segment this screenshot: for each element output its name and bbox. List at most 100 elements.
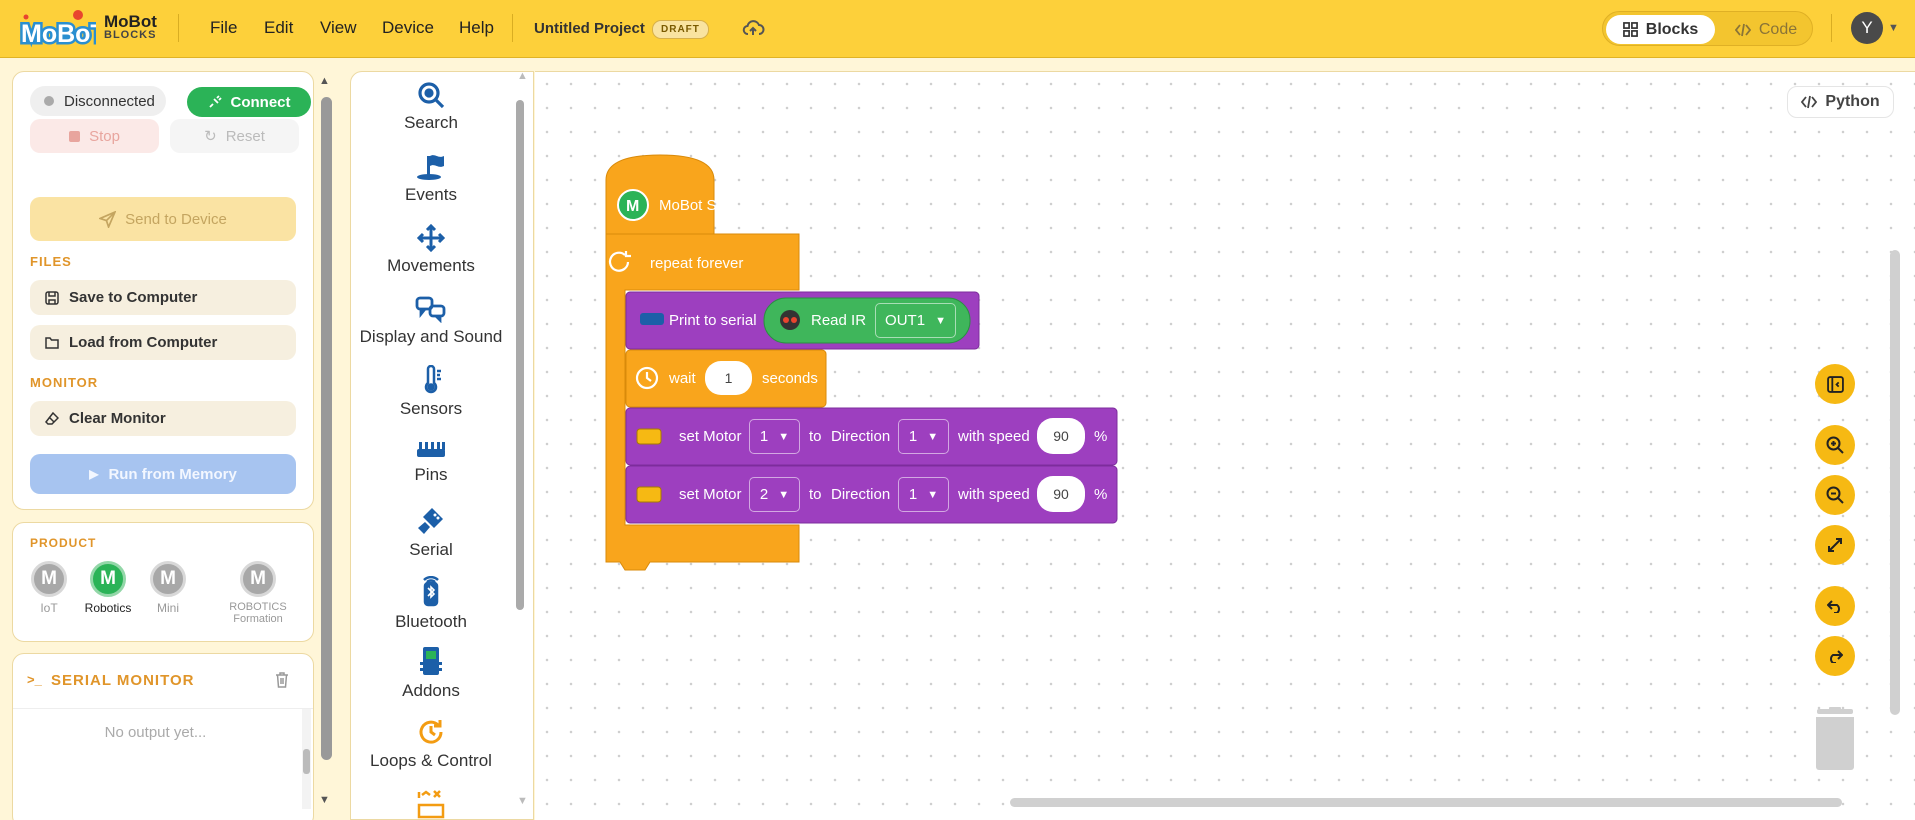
category-display-and-sound[interactable]: Display and Sound: [351, 295, 511, 347]
top-bar: MoBoT MoBot BLOCKS File Edit View Device…: [0, 0, 1915, 58]
redo-icon: [1830, 650, 1843, 663]
set-motor-label[interactable]: set Motor: [679, 486, 742, 503]
redo-button[interactable]: [1815, 636, 1855, 676]
loop-icon: [419, 720, 443, 744]
cloud-upload-icon[interactable]: [741, 16, 765, 40]
send-to-device-button[interactable]: Send to Device: [30, 197, 296, 241]
menu-view[interactable]: View: [320, 18, 357, 38]
flag-icon: [417, 155, 444, 180]
motor-number-dropdown[interactable]: 1 ▼: [749, 419, 800, 454]
direction-value: 1: [908, 428, 918, 445]
category-events[interactable]: Events: [351, 153, 511, 205]
save-to-computer-button[interactable]: Save to Computer: [30, 280, 296, 315]
send-icon: [99, 210, 117, 228]
stop-icon: [69, 130, 81, 142]
divider: [178, 14, 179, 42]
speed-input[interactable]: 90: [1037, 476, 1085, 512]
product-label: IoT: [40, 601, 58, 615]
code-icon: [1734, 23, 1751, 36]
category-bluetooth[interactable]: Bluetooth: [351, 576, 511, 632]
workspace-horizontal-scrollbar[interactable]: [1010, 798, 1842, 807]
trash-icon[interactable]: [275, 672, 289, 688]
menu-file[interactable]: File: [210, 18, 237, 38]
category-movements[interactable]: Movements: [351, 224, 511, 276]
terminal-icon: >_: [27, 672, 42, 687]
palette-scroll-up-icon[interactable]: ▲: [517, 70, 528, 82]
motor-number-value: 1: [759, 428, 769, 445]
category-label: Bluetooth: [395, 612, 467, 631]
serial-monitor-panel: >_ SERIAL MONITOR No output yet...: [12, 653, 314, 820]
undo-button[interactable]: [1815, 586, 1855, 626]
direction-dropdown[interactable]: 1 ▼: [898, 477, 949, 512]
clear-monitor-button[interactable]: Clear Monitor: [30, 401, 296, 436]
wait-value-input[interactable]: 1: [705, 361, 752, 395]
product-robotics[interactable]: M Robotics: [76, 561, 140, 615]
code-toggle-button[interactable]: Code: [1723, 15, 1809, 44]
code-icon: [1801, 95, 1818, 109]
ir-port-dropdown[interactable]: OUT1 ▼: [875, 303, 956, 338]
load-from-computer-button[interactable]: Load from Computer: [30, 325, 296, 360]
move-arrows-icon: [416, 224, 446, 252]
run-from-memory-button[interactable]: ▶ Run from Memory: [30, 454, 296, 494]
scroll-down-icon[interactable]: ▼: [319, 794, 330, 806]
divider: [13, 708, 313, 709]
category-label: Sensors: [399, 399, 463, 418]
direction-label: Direction: [831, 486, 891, 503]
read-ir-label[interactable]: Read IR: [811, 312, 866, 329]
connect-button[interactable]: Connect: [187, 87, 311, 117]
set-motor-label[interactable]: set Motor: [679, 428, 742, 445]
reset-label: Reset: [225, 127, 265, 145]
motor-number-value: 2: [759, 486, 769, 503]
category-sensors[interactable]: Sensors: [351, 365, 511, 419]
palette-scroll-thumb[interactable]: [516, 100, 524, 610]
avatar[interactable]: Y: [1851, 12, 1883, 44]
grid-icon: [1622, 22, 1638, 37]
to-label: to: [809, 428, 822, 445]
start-block-label[interactable]: MoBot Start: [659, 197, 738, 214]
connection-status-label: Disconnected: [64, 92, 155, 110]
motor-number-dropdown[interactable]: 2 ▼: [749, 477, 800, 512]
wait-label[interactable]: wait: [669, 370, 696, 387]
zoom-out-icon: [1826, 486, 1844, 504]
category-label: Addons: [402, 681, 460, 700]
product-mini[interactable]: M Mini: [136, 561, 200, 615]
menu-device[interactable]: Device: [382, 18, 434, 38]
repeat-forever-label[interactable]: repeat forever: [650, 255, 743, 272]
stop-button[interactable]: Stop: [30, 119, 159, 153]
menu-help[interactable]: Help: [459, 18, 494, 38]
project-title[interactable]: Untitled Project: [534, 20, 645, 37]
product-robotics-formation[interactable]: M ROBOTICS Formation: [208, 561, 308, 625]
speed-input[interactable]: 90: [1037, 418, 1085, 454]
clear-monitor-label: Clear Monitor: [69, 410, 166, 427]
product-iot[interactable]: M IoT: [17, 561, 81, 615]
print-to-serial-label[interactable]: Print to serial: [669, 312, 757, 329]
scroll-up-icon[interactable]: ▲: [319, 75, 330, 87]
zoom-out-button[interactable]: [1815, 475, 1855, 515]
workspace-vertical-scrollbar[interactable]: [1890, 250, 1900, 715]
svg-text:M: M: [626, 198, 639, 215]
category-search[interactable]: Search: [351, 81, 511, 133]
zoom-in-button[interactable]: [1815, 425, 1855, 465]
menu-edit[interactable]: Edit: [264, 18, 293, 38]
dropdown-arrow-icon: ▼: [778, 430, 790, 443]
category-serial[interactable]: Serial: [351, 506, 511, 560]
addons-board-icon: [420, 647, 442, 675]
sidebar-collapse-icon: [1826, 375, 1844, 393]
product-label: ROBOTICS Formation: [229, 601, 287, 625]
fit-screen-button[interactable]: [1815, 525, 1855, 565]
blocks-toggle-button[interactable]: Blocks: [1606, 15, 1715, 44]
reset-button[interactable]: ↻ Reset: [170, 119, 299, 153]
sidebar-scroll-thumb[interactable]: [321, 97, 332, 760]
category-addons[interactable]: Addons: [351, 645, 511, 701]
category-loops-and-control[interactable]: Loops & Control: [351, 717, 511, 771]
collapse-panel-button[interactable]: [1815, 364, 1855, 404]
python-button[interactable]: Python: [1787, 86, 1894, 118]
serial-scroll-thumb[interactable]: [303, 749, 310, 774]
workspace-trash-icon[interactable]: [1813, 707, 1857, 771]
direction-dropdown[interactable]: 1 ▼: [898, 419, 949, 454]
category-pins[interactable]: Pins: [351, 437, 511, 485]
palette-scroll-down-icon[interactable]: ▼: [517, 795, 528, 807]
percent-label: %: [1094, 486, 1108, 503]
dropdown-arrow-icon: ▼: [927, 430, 939, 443]
chevron-down-icon[interactable]: ▼: [1888, 22, 1899, 34]
